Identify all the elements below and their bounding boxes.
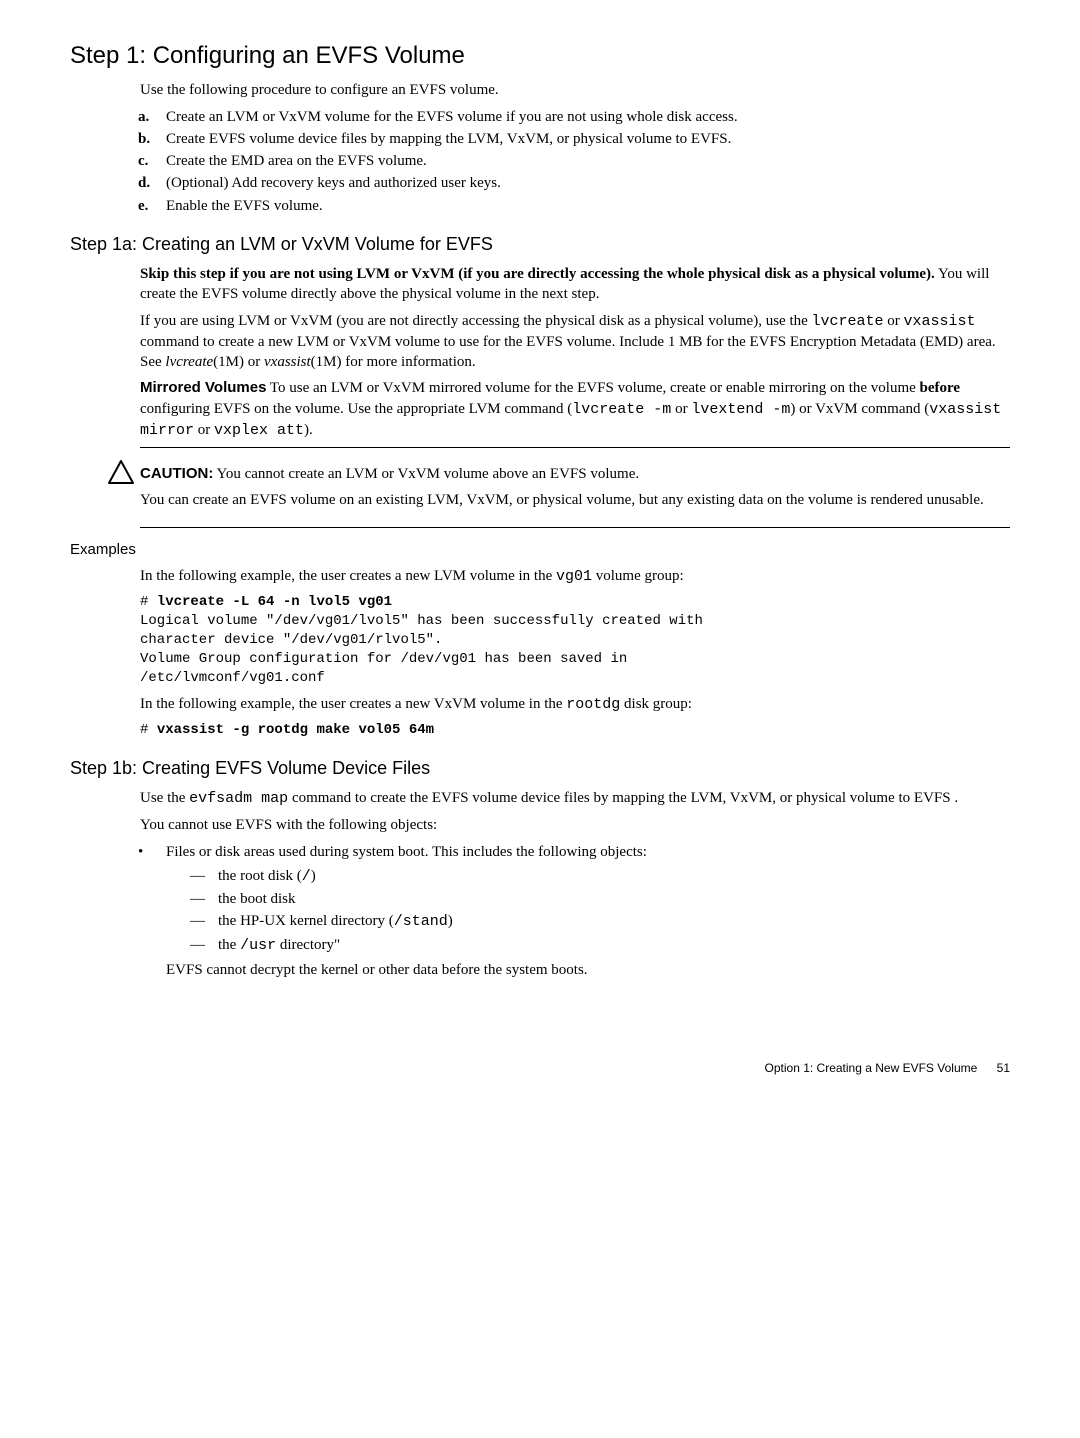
- heading-examples: Examples: [70, 540, 1010, 560]
- list-item: — the /usr directory": [190, 935, 1010, 956]
- list-item: — the HP-UX kernel directory (/stand): [190, 911, 1010, 932]
- skip-bold: Skip this step if you are not using LVM …: [140, 266, 935, 282]
- list-text: Create the EMD area on the EVFS volume.: [166, 151, 427, 171]
- heading-step1b: Step 1b: Creating EVFS Volume Device Fil…: [70, 756, 1010, 780]
- text: If you are using LVM or VxVM (you are no…: [140, 313, 812, 329]
- divider: [140, 447, 1010, 448]
- list-text: Enable the EVFS volume.: [166, 196, 323, 216]
- text: (1M) or: [213, 354, 264, 370]
- code-block-2: # vxassist -g rootdg make vol05 64m: [140, 721, 1010, 740]
- dash-list: — the root disk (/) — the boot disk — th…: [190, 866, 1010, 956]
- footer-text: Option 1: Creating a New EVFS Volume: [765, 1061, 978, 1075]
- list-text: Create an LVM or VxVM volume for the EVF…: [166, 107, 738, 127]
- step1b-paragraph-1: Use the evfsadm map command to create th…: [140, 788, 1010, 809]
- text: In the following example, the user creat…: [140, 568, 556, 584]
- dash-marker: —: [190, 889, 218, 909]
- step1b-paragraph-2: You cannot use EVFS with the following o…: [140, 815, 1010, 835]
- step1a-paragraph-2: If you are using LVM or VxVM (you are no…: [140, 311, 1010, 373]
- inline-code: vg01: [556, 568, 592, 585]
- list-marker: e.: [138, 196, 166, 216]
- text: volume group:: [592, 568, 684, 584]
- runin-label: Mirrored Volumes: [140, 379, 266, 396]
- page-footer: Option 1: Creating a New EVFS Volume 51: [70, 1060, 1010, 1076]
- example1-intro: In the following example, the user creat…: [140, 566, 1010, 587]
- dash-marker: —: [190, 866, 218, 887]
- step1a-skip-paragraph: Skip this step if you are not using LVM …: [140, 264, 1010, 305]
- divider: [140, 527, 1010, 528]
- intro-paragraph: Use the following procedure to configure…: [140, 80, 1010, 100]
- text: ).: [304, 422, 313, 438]
- inline-code: lvcreate: [812, 313, 884, 330]
- text: To use an LVM or VxVM mirrored volume fo…: [266, 380, 919, 396]
- bullet-marker: •: [138, 842, 166, 981]
- list-item: — the root disk (/): [190, 866, 1010, 887]
- caution-line-2: You can create an EVFS volume on an exis…: [140, 490, 1010, 510]
- text: In the following example, the user creat…: [140, 696, 566, 712]
- inline-code: lvcreate -m: [572, 401, 671, 418]
- inline-code: /usr: [240, 937, 276, 954]
- text: ) or VxVM command (: [790, 401, 929, 417]
- list-marker: c.: [138, 151, 166, 171]
- inline-code: vxplex att: [214, 422, 304, 439]
- list-item: a. Create an LVM or VxVM volume for the …: [138, 107, 1010, 127]
- text: (1M) for more information.: [311, 354, 476, 370]
- caution-block: CAUTION: You cannot create an LVM or VxV…: [108, 458, 1010, 517]
- list-item: • Files or disk areas used during system…: [138, 842, 1010, 981]
- dash-marker: —: [190, 911, 218, 932]
- list-marker: d.: [138, 173, 166, 193]
- list-marker: b.: [138, 129, 166, 149]
- caution-line-1: CAUTION: You cannot create an LVM or VxV…: [140, 464, 1010, 484]
- list-text: the root disk (/): [218, 866, 316, 887]
- text: configuring EVFS on the volume. Use the …: [140, 401, 572, 417]
- list-marker: a.: [138, 107, 166, 127]
- list-item: d. (Optional) Add recovery keys and auth…: [138, 173, 1010, 193]
- caution-icon: [108, 460, 140, 490]
- list-item: e. Enable the EVFS volume.: [138, 196, 1010, 216]
- inline-code: /: [302, 868, 311, 885]
- list-text: Files or disk areas used during system b…: [166, 844, 647, 860]
- list-item: c. Create the EMD area on the EVFS volum…: [138, 151, 1010, 171]
- text: or: [884, 313, 904, 329]
- text: or: [194, 422, 214, 438]
- list-text: the boot disk: [218, 889, 296, 909]
- procedure-list: a. Create an LVM or VxVM volume for the …: [70, 107, 1010, 216]
- list-text: the HP-UX kernel directory (/stand): [218, 911, 453, 932]
- heading-step1a: Step 1a: Creating an LVM or VxVM Volume …: [70, 232, 1010, 256]
- bold: before: [920, 380, 961, 396]
- caution-label: CAUTION:: [140, 465, 213, 482]
- bullet-list: • Files or disk areas used during system…: [70, 842, 1010, 981]
- list-item: — the boot disk: [190, 889, 1010, 909]
- italic-ref: vxassist: [264, 354, 311, 370]
- inline-code: lvextend -m: [691, 401, 790, 418]
- list-item: b. Create EVFS volume device files by ma…: [138, 129, 1010, 149]
- inline-code: /stand: [394, 913, 448, 930]
- text: or: [671, 401, 691, 417]
- list-text: (Optional) Add recovery keys and authori…: [166, 173, 501, 193]
- heading-step1: Step 1: Configuring an EVFS Volume: [70, 40, 1010, 72]
- mirrored-volumes-paragraph: Mirrored Volumes To use an LVM or VxVM m…: [140, 378, 1010, 441]
- text: command to create the EVFS volume device…: [288, 790, 958, 806]
- text: Use the: [140, 790, 189, 806]
- example2-intro: In the following example, the user creat…: [140, 694, 1010, 715]
- page-number: 51: [997, 1061, 1010, 1075]
- code-block-1: # lvcreate -L 64 -n lvol5 vg01 Logical v…: [140, 593, 1010, 687]
- text: disk group:: [620, 696, 692, 712]
- text: You cannot create an LVM or VxVM volume …: [213, 466, 639, 482]
- list-text: Create EVFS volume device files by mappi…: [166, 129, 731, 149]
- dash-marker: —: [190, 935, 218, 956]
- list-text: the /usr directory": [218, 935, 340, 956]
- inline-code: evfsadm map: [189, 790, 288, 807]
- inline-code: rootdg: [566, 696, 620, 713]
- inline-code: vxassist: [904, 313, 976, 330]
- italic-ref: lvcreate: [165, 354, 213, 370]
- list-trailing-text: EVFS cannot decrypt the kernel or other …: [166, 960, 1010, 980]
